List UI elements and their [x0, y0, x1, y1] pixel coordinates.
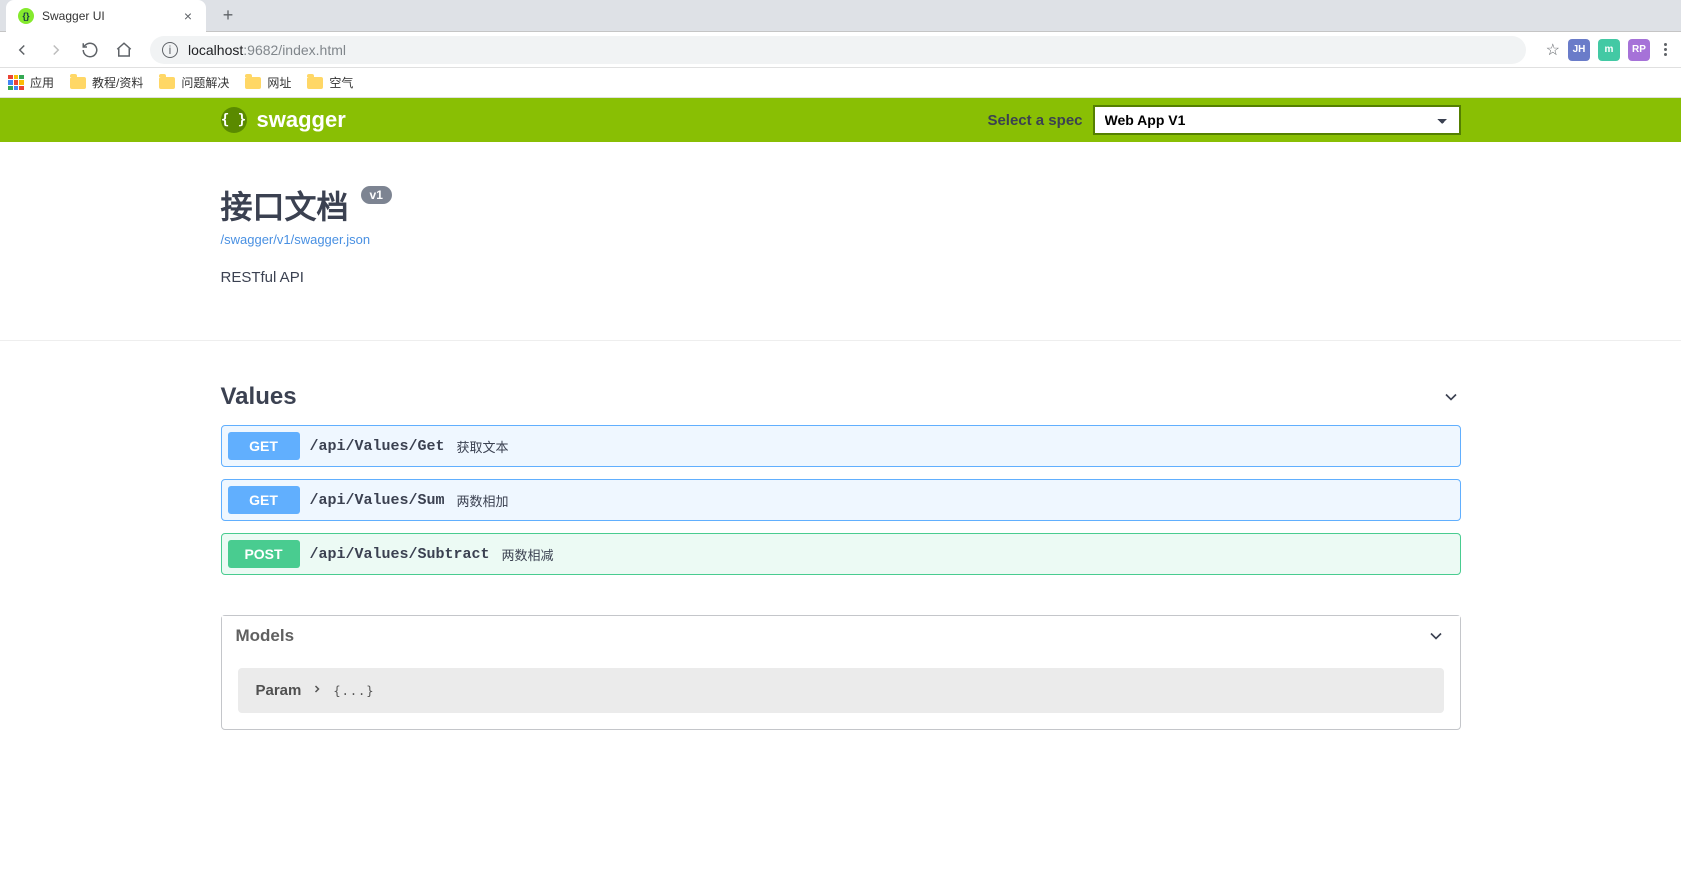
- bookmark-folder[interactable]: 空气: [307, 74, 353, 91]
- reload-button[interactable]: [76, 36, 104, 64]
- url-host: localhost: [188, 42, 243, 58]
- swagger-logo-text: swagger: [257, 107, 346, 133]
- apps-shortcut[interactable]: 应用: [8, 74, 54, 91]
- bookmarks-bar: 应用 教程/资料 问题解决 网址 空气: [0, 68, 1681, 98]
- chevron-down-icon: [1426, 626, 1446, 646]
- spec-selector-wrap: Select a spec Web App V1: [987, 105, 1460, 135]
- browser-tab[interactable]: {} Swagger UI ×: [6, 0, 206, 32]
- operation-path: /api/Values/Subtract: [310, 546, 490, 563]
- forward-button[interactable]: [42, 36, 70, 64]
- tag-name: Values: [221, 383, 297, 411]
- swagger-topbar: { } swagger Select a spec Web App V1: [0, 98, 1681, 142]
- url-bar[interactable]: i localhost:9682/index.html: [150, 36, 1526, 64]
- nav-bar: i localhost:9682/index.html ☆ JH m RP: [0, 32, 1681, 68]
- operation-row[interactable]: GET /api/Values/Sum 两数相加: [221, 479, 1461, 521]
- operation-row[interactable]: POST /api/Values/Subtract 两数相减: [221, 533, 1461, 575]
- tab-close-button[interactable]: ×: [180, 8, 196, 24]
- spec-label: Select a spec: [987, 112, 1082, 129]
- url-path: :9682/index.html: [243, 42, 346, 58]
- swagger-logo-icon: { }: [221, 107, 247, 133]
- version-badge: v1: [361, 186, 392, 204]
- swagger-json-link[interactable]: /swagger/v1/swagger.json: [221, 232, 371, 247]
- api-title: 接口文档: [221, 182, 349, 228]
- url-actions: ☆ JH m RP: [1546, 39, 1673, 61]
- apps-grid-icon: [8, 75, 24, 91]
- bookmark-label: 教程/资料: [92, 74, 143, 91]
- operations-section: Values GET /api/Values/Get 获取文本 GET /api…: [201, 341, 1481, 790]
- extension-icon[interactable]: JH: [1568, 39, 1590, 61]
- extension-icon[interactable]: m: [1598, 39, 1620, 61]
- url-text: localhost:9682/index.html: [188, 42, 346, 58]
- bookmark-label: 问题解决: [181, 74, 229, 91]
- model-preview: {...}: [333, 684, 374, 698]
- operation-summary: 两数相加: [457, 491, 509, 510]
- new-tab-button[interactable]: +: [214, 2, 242, 30]
- bookmark-folder[interactable]: 教程/资料: [70, 74, 143, 91]
- apps-label: 应用: [30, 74, 54, 91]
- model-name: Param: [256, 682, 302, 699]
- bookmark-folder[interactable]: 网址: [245, 74, 291, 91]
- method-badge: GET: [228, 486, 300, 514]
- swagger-favicon-icon: {}: [18, 8, 34, 24]
- folder-icon: [70, 77, 86, 89]
- back-button[interactable]: [8, 36, 36, 64]
- operation-summary: 获取文本: [457, 437, 509, 456]
- operation-row[interactable]: GET /api/Values/Get 获取文本: [221, 425, 1461, 467]
- models-header[interactable]: Models: [222, 616, 1460, 656]
- tab-bar: {} Swagger UI × +: [0, 0, 1681, 32]
- tag-header[interactable]: Values: [221, 371, 1461, 425]
- extension-icon[interactable]: RP: [1628, 39, 1650, 61]
- bookmark-star-icon[interactable]: ☆: [1546, 40, 1560, 60]
- operation-path: /api/Values/Get: [310, 438, 445, 455]
- api-description: RESTful API: [221, 269, 1461, 286]
- method-badge: GET: [228, 432, 300, 460]
- folder-icon: [159, 77, 175, 89]
- browser-menu-button[interactable]: [1658, 43, 1673, 56]
- tab-title: Swagger UI: [42, 9, 180, 23]
- chevron-right-icon: [311, 683, 323, 699]
- swagger-logo[interactable]: { } swagger: [221, 107, 346, 133]
- chevron-down-icon: [1441, 387, 1461, 407]
- browser-chrome: {} Swagger UI × + i localhost:9682/index…: [0, 0, 1681, 98]
- method-badge: POST: [228, 540, 300, 568]
- spec-select[interactable]: Web App V1: [1093, 105, 1461, 135]
- bookmark-folder[interactable]: 问题解决: [159, 74, 229, 91]
- home-button[interactable]: [110, 36, 138, 64]
- info-section: 接口文档 v1 /swagger/v1/swagger.json RESTful…: [0, 142, 1681, 341]
- bookmark-label: 网址: [267, 74, 291, 91]
- folder-icon: [307, 77, 323, 89]
- models-title: Models: [236, 626, 295, 646]
- bookmark-label: 空气: [329, 74, 353, 91]
- folder-icon: [245, 77, 261, 89]
- model-item[interactable]: Param {...}: [238, 668, 1444, 713]
- operation-summary: 两数相减: [502, 545, 554, 564]
- models-section: Models Param {...}: [221, 615, 1461, 730]
- operation-path: /api/Values/Sum: [310, 492, 445, 509]
- info-icon: i: [162, 42, 178, 58]
